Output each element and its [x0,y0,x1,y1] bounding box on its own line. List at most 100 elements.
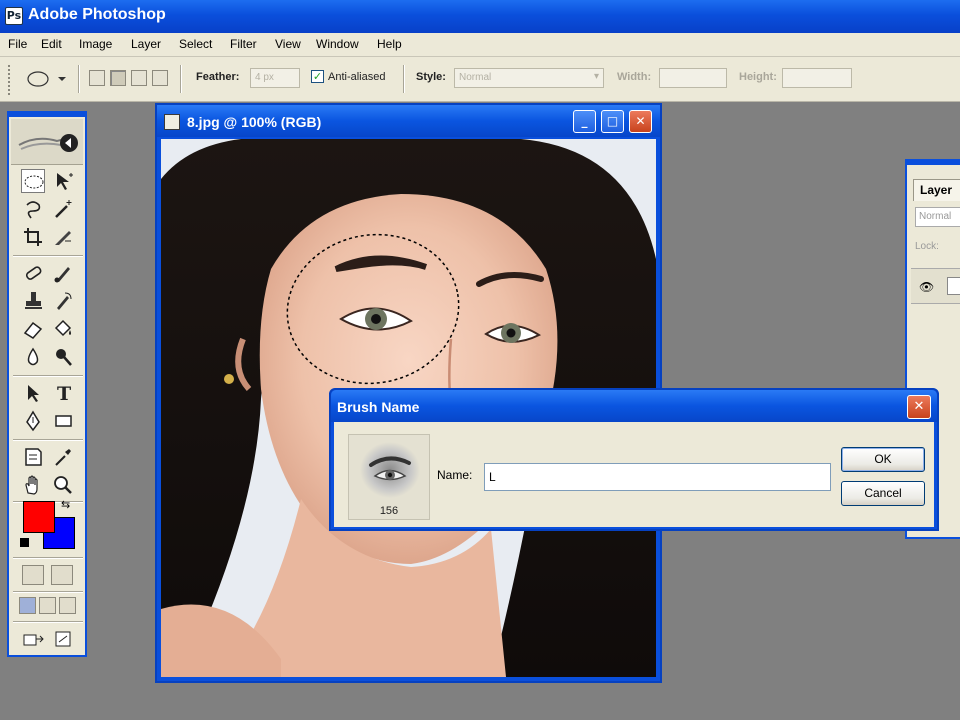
blur-tool[interactable] [21,345,45,369]
note-icon [25,448,42,466]
anti-aliased-label: Anti-aliased [328,71,386,83]
app-title-bar: Ps Adobe Photoshop [0,0,960,33]
menu-file[interactable]: File [8,37,27,51]
feather-input[interactable]: 4 px [250,68,300,88]
tools-divider [13,255,83,257]
dialog-title-bar[interactable]: Brush Name ✕ [331,390,937,422]
minimize-button[interactable]: _ [573,110,596,133]
eraser-tool[interactable] [21,317,45,341]
lasso-tool[interactable] [21,197,45,221]
document-title-bar[interactable]: 8.jpg @ 100% (RGB) _ □ ✕ [157,105,660,137]
height-input[interactable] [782,68,852,88]
water-drop-icon [27,347,39,366]
full-screen-menu-mode-button[interactable] [39,597,56,614]
subtract-from-selection-button[interactable] [131,70,147,86]
style-select[interactable]: Normal ▾ [454,68,604,88]
blend-mode-select[interactable]: Normal [915,207,960,227]
crop-tool[interactable] [21,225,45,249]
eyedropper-tool[interactable] [51,445,75,469]
move-tool[interactable] [51,169,75,193]
photoshop-logo-icon[interactable]: Ps [5,7,23,25]
eraser-icon [23,321,43,339]
menu-help[interactable]: Help [377,37,402,51]
adobe-online-feather-icon[interactable] [17,131,79,155]
separator [403,65,405,93]
elliptical-marquee-tool[interactable] [21,169,45,193]
dialog-close-button[interactable]: ✕ [907,395,931,419]
layer-row[interactable]: 👁 [911,268,960,304]
add-to-selection-button[interactable] [110,70,126,86]
app-title: Adobe Photoshop [28,6,166,23]
chevron-down-icon: ▾ [593,71,599,82]
slice-knife-icon [55,231,71,245]
menu-layer[interactable]: Layer [131,37,161,51]
hand-tool[interactable] [21,473,45,497]
path-selection-tool[interactable] [21,381,45,405]
ok-button[interactable]: OK [841,447,925,472]
ellipse-marquee-icon [27,71,66,87]
standard-mode-button[interactable] [22,565,44,585]
menu-edit[interactable]: Edit [41,37,62,51]
new-selection-button[interactable] [89,70,105,86]
separator [78,65,80,93]
full-screen-mode-button[interactable] [59,597,76,614]
brush-name-input[interactable] [484,463,831,491]
standard-screen-mode-button[interactable] [19,597,36,614]
brush-tool[interactable] [51,261,75,285]
tools-divider [13,375,83,377]
jump-to-imageready-button[interactable] [21,627,45,651]
separator [180,65,182,93]
menu-image[interactable]: Image [79,37,112,51]
document-icon[interactable] [164,114,180,130]
menu-filter[interactable]: Filter [230,37,257,51]
height-label: Height: [739,71,777,83]
brush-thumbnail-eye [360,442,420,498]
dodge-tool[interactable] [51,345,75,369]
path-arrow-icon [28,385,39,402]
clone-stamp-tool[interactable] [21,289,45,313]
style-label: Style: [416,71,446,83]
anti-aliased-checkbox[interactable]: ✓ [311,70,324,83]
tools-palette-header[interactable] [11,119,83,165]
paint-bucket-tool[interactable] [51,317,75,341]
brush-icon [54,267,70,283]
zoom-tool[interactable] [51,473,75,497]
brush-preview: 156 [348,434,430,520]
dodge-icon [56,349,72,366]
options-bar-grip[interactable] [8,65,11,95]
tools-palette: T ⇆ [7,111,87,657]
shape-tool[interactable] [51,409,75,433]
slice-tool[interactable] [51,225,75,249]
ellipse-marquee-icon [24,175,44,189]
brush-link-icon[interactable] [947,277,960,295]
go-to-imageready-button[interactable] [51,627,75,651]
intersect-selection-button[interactable] [152,70,168,86]
menu-window[interactable]: Window [316,37,359,51]
cancel-button[interactable]: Cancel [841,481,925,506]
eyedropper-icon [55,449,71,466]
pen-tool[interactable] [21,409,45,433]
width-input[interactable] [659,68,727,88]
history-brush-tool[interactable] [51,289,75,313]
layers-tab[interactable]: Layer [913,179,960,201]
foreground-color-swatch[interactable] [23,501,55,533]
bandage-icon [25,266,42,280]
swap-colors-icon[interactable]: ⇆ [61,498,70,511]
document-title: 8.jpg @ 100% (RGB) [187,114,322,130]
menu-select[interactable]: Select [179,37,212,51]
menu-view[interactable]: View [275,37,301,51]
name-label: Name: [437,468,473,482]
type-tool[interactable]: T [51,381,75,405]
notes-tool[interactable] [21,445,45,469]
close-button[interactable]: ✕ [629,110,652,133]
brush-size-label: 156 [379,505,399,517]
maximize-button[interactable]: □ [601,110,624,133]
magic-wand-tool[interactable] [51,197,75,221]
tool-preset-picker[interactable] [22,66,68,92]
default-colors-icon[interactable] [20,538,29,547]
history-brush-icon [57,292,72,310]
healing-brush-tool[interactable] [21,261,45,285]
magnifier-icon [54,476,72,494]
quick-mask-mode-button[interactable] [51,565,73,585]
eye-visibility-icon[interactable]: 👁 [919,280,934,294]
